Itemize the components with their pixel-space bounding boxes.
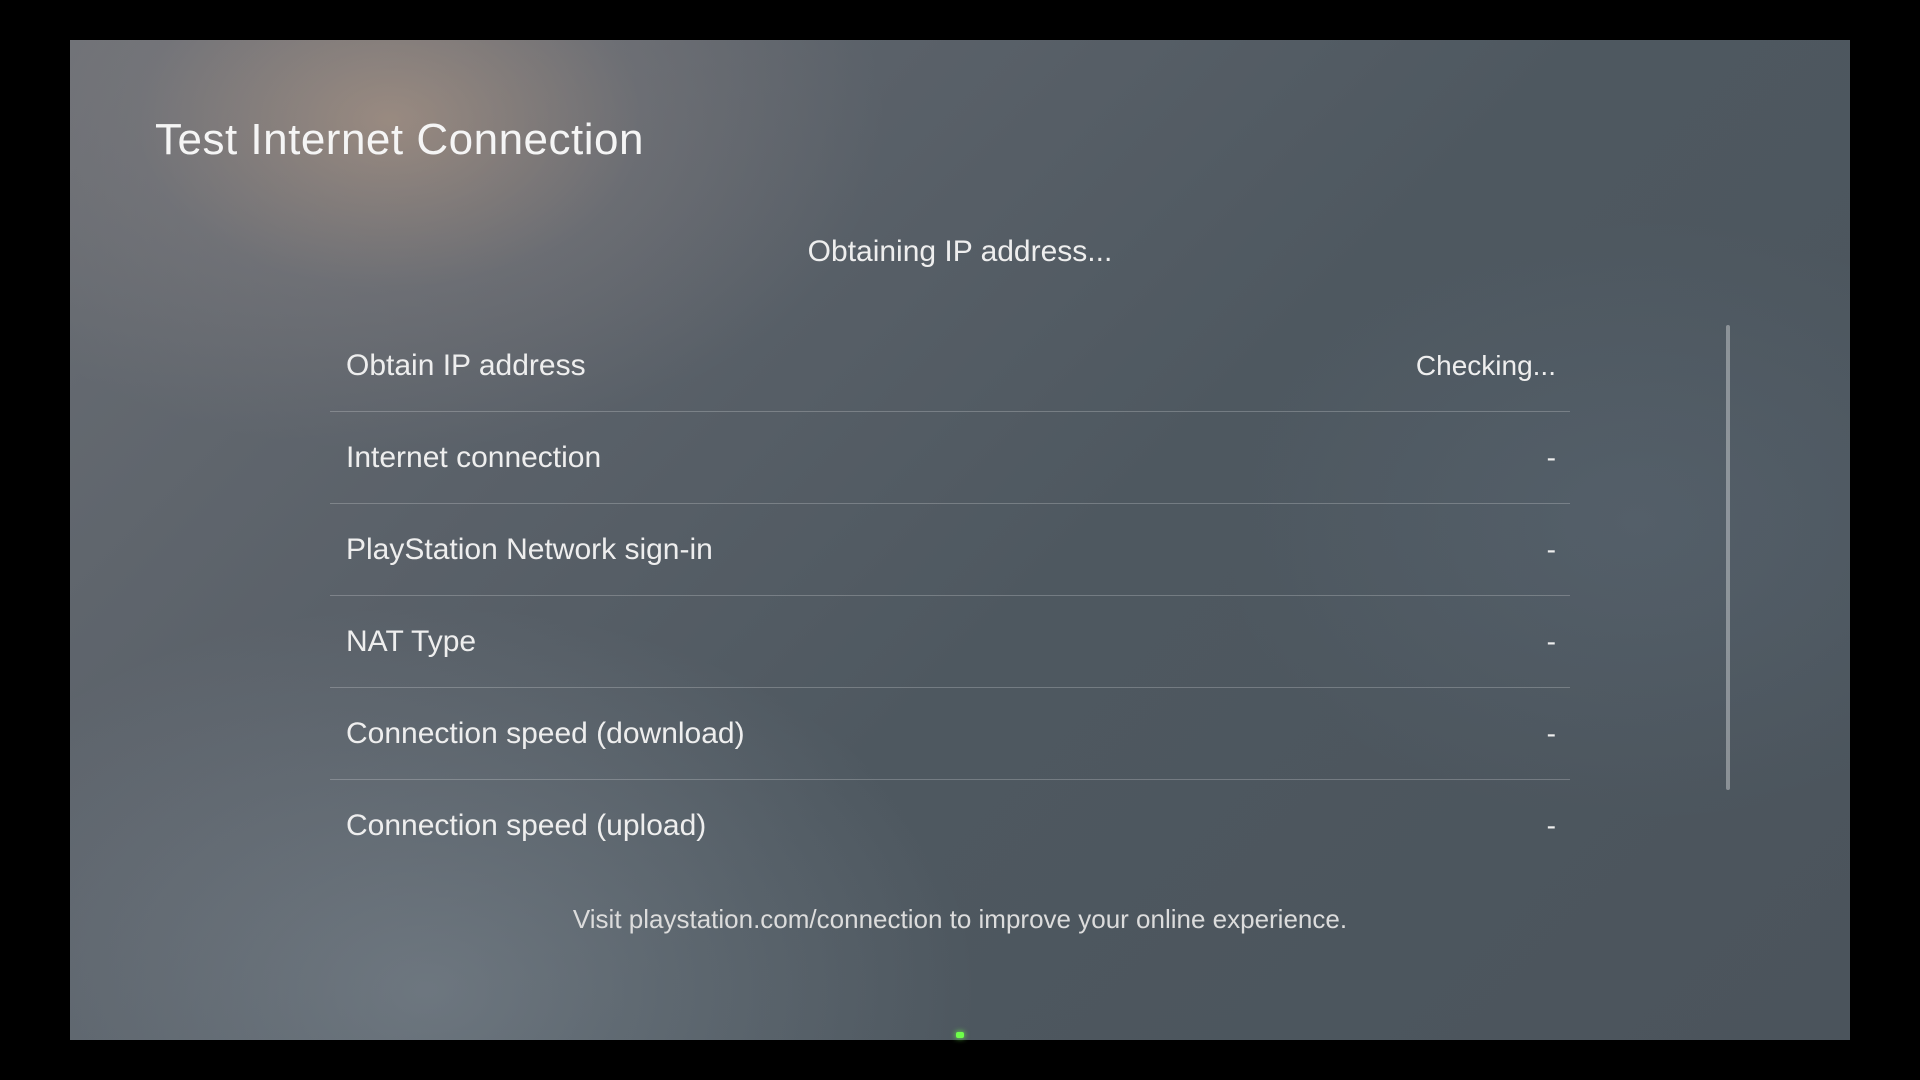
- test-row-psn-signin: PlayStation Network sign-in -: [330, 504, 1570, 596]
- status-message: Obtaining IP address...: [70, 235, 1850, 269]
- test-row-nat-type: NAT Type -: [330, 596, 1570, 688]
- test-row-download-speed: Connection speed (download) -: [330, 688, 1570, 780]
- test-value: -: [1547, 718, 1562, 750]
- test-value: -: [1547, 626, 1562, 658]
- test-label: NAT Type: [346, 625, 476, 659]
- power-led-icon: [956, 1032, 964, 1038]
- test-row-obtain-ip: Obtain IP address Checking...: [330, 320, 1570, 412]
- test-results-list: Obtain IP address Checking... Internet c…: [330, 320, 1570, 872]
- test-row-upload-speed: Connection speed (upload) -: [330, 780, 1570, 872]
- test-row-internet-connection: Internet connection -: [330, 412, 1570, 504]
- test-value: -: [1547, 810, 1562, 842]
- test-label: Connection speed (upload): [346, 809, 706, 843]
- page-title: Test Internet Connection: [155, 115, 644, 165]
- test-label: PlayStation Network sign-in: [346, 533, 713, 567]
- test-label: Connection speed (download): [346, 717, 745, 751]
- network-test-screen: Test Internet Connection Obtaining IP ad…: [70, 40, 1850, 1040]
- test-label: Obtain IP address: [346, 349, 586, 383]
- scrollbar[interactable]: [1726, 325, 1730, 790]
- test-label: Internet connection: [346, 441, 601, 475]
- test-value: -: [1547, 534, 1562, 566]
- footer-hint: Visit playstation.com/connection to impr…: [70, 904, 1850, 935]
- test-value: Checking...: [1416, 350, 1562, 382]
- test-value: -: [1547, 442, 1562, 474]
